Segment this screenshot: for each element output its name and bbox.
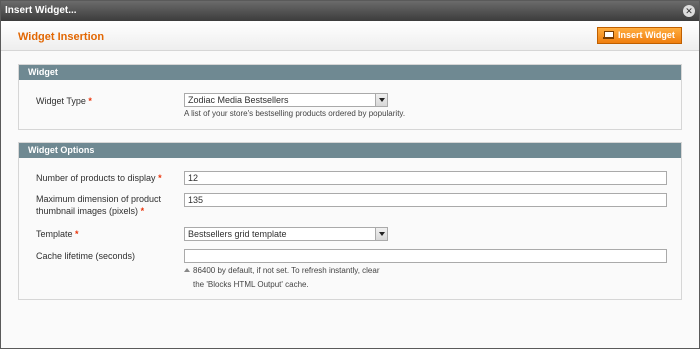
cache-label: Cache lifetime (seconds) <box>36 251 136 261</box>
widget-type-note: A list of your store's bestselling produ… <box>184 109 406 118</box>
dimension-label: Maximum dimension of product thumbnail i… <box>36 194 162 216</box>
template-value: Bestsellers grid template <box>188 229 287 239</box>
insert-icon <box>603 31 614 40</box>
insert-widget-dialog: Insert Widget... ✕ Widget Insertion Inse… <box>0 0 700 349</box>
close-icon[interactable]: ✕ <box>683 5 695 17</box>
widget-section-title: Widget <box>19 65 681 80</box>
cache-note: 86400 by default, if not set. To refresh… <box>184 264 379 292</box>
products-count-input[interactable]: 12 <box>184 171 667 185</box>
widget-options-title: Widget Options <box>19 143 681 158</box>
dialog-titlebar: Insert Widget... ✕ <box>1 1 699 21</box>
widget-fieldset: Widget Widget Type * Zodiac Media Bestse… <box>18 64 682 130</box>
widget-type-select[interactable]: Zodiac Media Bestsellers <box>184 93 388 107</box>
widget-type-value: Zodiac Media Bestsellers <box>188 95 289 105</box>
widget-type-label: Widget Type * <box>36 96 92 106</box>
dialog-title: Insert Widget... <box>5 5 77 16</box>
insert-widget-label: Insert Widget <box>618 30 675 40</box>
template-label: Template * <box>36 229 79 239</box>
note-arrow-icon <box>184 268 190 272</box>
widget-options-fieldset: Widget Options Number of products to dis… <box>18 142 682 300</box>
chevron-down-icon <box>375 94 387 106</box>
products-label: Number of products to display * <box>36 173 162 183</box>
page-title: Widget Insertion <box>18 31 105 43</box>
template-select[interactable]: Bestsellers grid template <box>184 227 388 241</box>
cache-lifetime-input[interactable] <box>184 249 667 263</box>
page-header: Widget Insertion Insert Widget <box>1 21 699 51</box>
chevron-down-icon <box>375 228 387 240</box>
insert-widget-button[interactable]: Insert Widget <box>597 27 682 44</box>
thumbnail-dimension-input[interactable]: 135 <box>184 193 667 207</box>
